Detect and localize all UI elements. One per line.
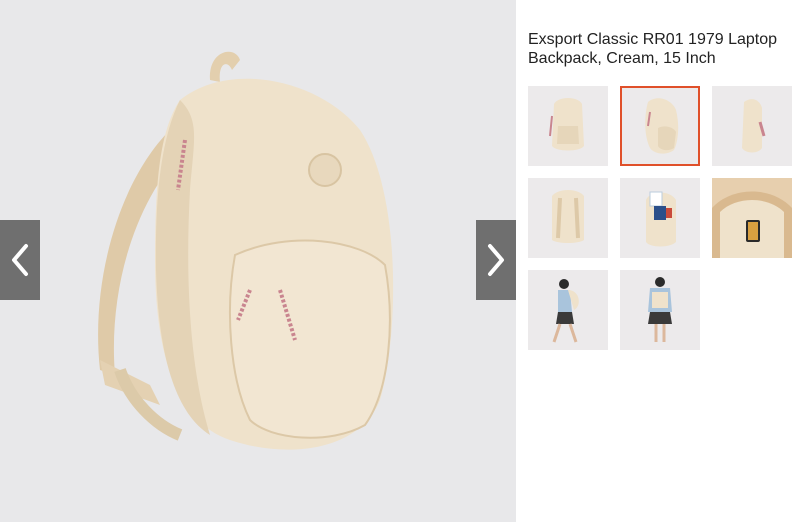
thumbnail-backpack-open[interactable] xyxy=(620,178,700,258)
backpack-angle-thumb xyxy=(620,86,700,166)
model-walking-thumb xyxy=(528,270,608,350)
product-sidebar: Exsport Classic RR01 1979 Laptop Backpac… xyxy=(516,0,796,522)
backpack-interior-thumb xyxy=(712,178,792,258)
thumbnail-backpack-interior[interactable] xyxy=(712,178,792,258)
backpack-side-thumb xyxy=(712,86,792,166)
backpack-open-thumb xyxy=(620,178,700,258)
backpack-back-thumb xyxy=(528,178,608,258)
chevron-left-icon xyxy=(12,244,28,276)
backpack-front-thumb xyxy=(528,86,608,166)
product-title: Exsport Classic RR01 1979 Laptop Backpac… xyxy=(528,31,778,67)
previous-image-button[interactable] xyxy=(0,220,40,300)
thumbnail-backpack-back[interactable] xyxy=(528,178,608,258)
image-viewer xyxy=(0,0,516,522)
model-front-thumb xyxy=(620,270,700,350)
thumbnail-backpack-side[interactable] xyxy=(712,86,792,166)
thumbnail-backpack-angle[interactable] xyxy=(620,86,700,166)
next-image-button[interactable] xyxy=(476,220,516,300)
thumbnail-model-walking[interactable] xyxy=(528,270,608,350)
thumbnail-model-front[interactable] xyxy=(620,270,700,350)
chevron-right-icon xyxy=(488,244,504,276)
thumbnail-backpack-front[interactable] xyxy=(528,86,608,166)
cream-backpack-image xyxy=(98,51,394,450)
